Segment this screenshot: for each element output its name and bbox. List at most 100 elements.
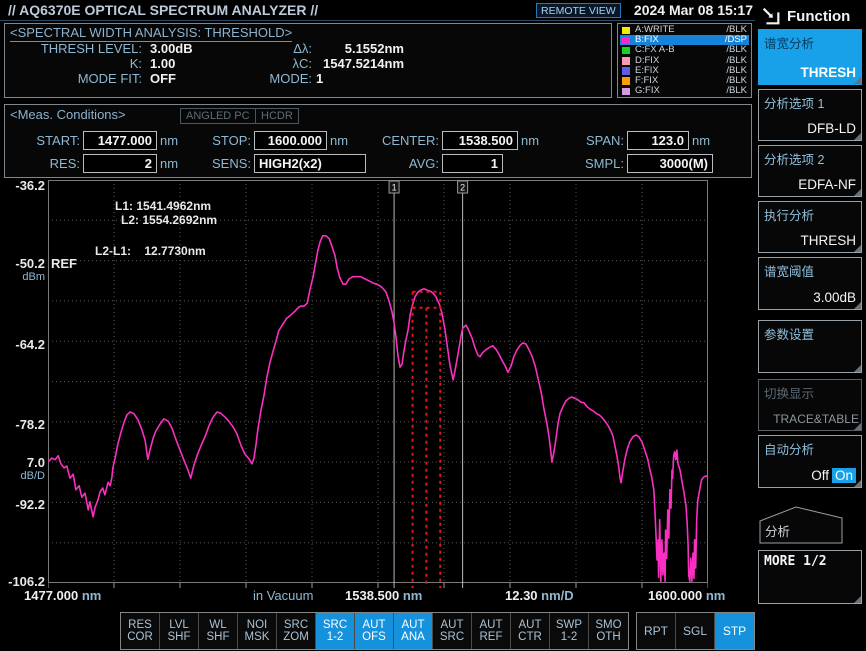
toolbar-button-line2: OTH (596, 631, 620, 644)
sidebar-item-value: THRESH (800, 233, 856, 248)
toolbar-button-swp-1-2[interactable]: SWP1-2 (550, 613, 589, 649)
x-right-value: 1600.000 (648, 588, 702, 603)
toolbar-button-line2: 1-2 (327, 631, 344, 644)
toolbar-button-stp[interactable]: STP (715, 613, 754, 649)
sidebar-item-label: 参数设置 (764, 324, 814, 343)
toolbar-button-smo-oth[interactable]: SMOOTH (589, 613, 628, 649)
analysis-panel-title: <SPECTRAL WIDTH ANALYSIS: THRESHOLD> (10, 25, 292, 42)
trace-color-swatch (622, 67, 630, 75)
sens-field[interactable]: HIGH2(x2) (254, 154, 366, 173)
y-tick-2: -64.2 (0, 337, 45, 352)
y-tick-4: -92.2 (0, 497, 45, 512)
y-tick-1: -50.2 (0, 256, 45, 271)
sidebar-item-execute-analysis[interactable]: 执行分析 THRESH (758, 201, 862, 253)
toolbar-button-res-cor[interactable]: RESCOR (121, 613, 160, 649)
marker-l1-annotation: L1: 1541.4962nm (115, 199, 211, 213)
center-field[interactable]: 1538.500 (442, 131, 518, 150)
smpl-label: SMPL: (563, 156, 624, 171)
stop-field[interactable]: 1600.000 (254, 131, 327, 150)
toolbar-button-line1: NOI (247, 619, 267, 632)
osa-application-window: // AQ6370E OPTICAL SPECTRUM ANALYZER // … (0, 0, 866, 651)
toolbar-button-aut-ref[interactable]: AUTREF (472, 613, 511, 649)
trace-color-swatch (622, 47, 630, 55)
y-scale-value: 7.0 (0, 455, 45, 470)
lambda-c-value: 1547.5214nm (316, 56, 404, 71)
sidebar-item-label: 切换显示 (764, 383, 814, 402)
legend-row-g[interactable]: G:FIX/BLK (620, 86, 749, 96)
toolbar-button-line1: WL (209, 619, 226, 632)
toolbar-button-lvl-shf[interactable]: LVLSHF (160, 613, 199, 649)
sidebar-item-value: DFB-LD (807, 121, 856, 136)
res-label: RES: (25, 156, 80, 171)
trace-status: /BLK (726, 86, 747, 96)
sidebar-item-label: 分析选项 2 (764, 149, 824, 168)
toolbar-button-noi-msk[interactable]: NOIMSK (238, 613, 277, 649)
mode-fit-label: MODE FIT: (13, 71, 142, 86)
sidebar-item-analysis-option-2[interactable]: 分析选项 2 EDFA-NF (758, 145, 862, 197)
datetime-display: 2024 Mar 08 15:17 (634, 2, 753, 18)
toolbar-button-src-1-2[interactable]: SRC1-2 (316, 613, 355, 649)
sidebar-item-switch-display[interactable]: 切换显示 TRACE&TABLE (758, 379, 862, 431)
start-field[interactable]: 1477.000 (83, 131, 157, 150)
k-label: K: (13, 56, 142, 71)
sens-label: SENS: (183, 156, 251, 171)
trace-color-swatch (622, 57, 630, 65)
sidebar-item-more[interactable]: MORE 1/2 (758, 550, 862, 604)
delta-label: L2-L1: (95, 244, 131, 258)
l1-value: 1541.4962nm (136, 199, 211, 213)
sidebar-item-parameter-settings[interactable]: 参数设置 (758, 320, 862, 373)
toolbar-button-rpt[interactable]: RPT (637, 613, 676, 649)
x-center-value: 1538.500 (345, 588, 399, 603)
sidebar-item-label: 谱宽阈值 (764, 261, 814, 280)
toolbar-sweep-group: RPTSGLSTP (636, 612, 755, 650)
x-left-unit: nm (78, 588, 101, 603)
mode-fit-value: OFF (150, 71, 176, 86)
toolbar-button-line1: LVL (169, 619, 189, 632)
toolbar-button-line2: SHF (168, 631, 191, 644)
y-tick-3: -78.2 (0, 417, 45, 432)
toolbar-button-sgl[interactable]: SGL (676, 613, 715, 649)
span-field[interactable]: 123.0 (627, 131, 689, 150)
sidebar-item-width-threshold[interactable]: 谱宽阈值 3.00dB (758, 257, 862, 310)
sidebar-item-value: TRACE&TABLE (773, 412, 859, 426)
x-left-value: 1477.000 (24, 588, 78, 603)
remote-view-badge: REMOTE VIEW (536, 3, 621, 18)
avg-field[interactable]: 1 (442, 154, 503, 173)
sidebar-item-label: 执行分析 (764, 205, 814, 224)
toolbar-button-line1: AUT (363, 619, 386, 632)
toolbar-button-line2: MSK (245, 631, 270, 644)
y-tick-0: -36.2 (0, 178, 45, 193)
toolbar-button-aut-ofs[interactable]: AUTOFS (355, 613, 394, 649)
toolbar-button-line1: RES (128, 619, 152, 632)
toolbar-button-aut-ana[interactable]: AUTANA (394, 613, 433, 649)
toolbar-button-src-zom[interactable]: SRCZOM (277, 613, 316, 649)
toolbar-button-aut-src[interactable]: AUTSRC (433, 613, 472, 649)
smpl-field[interactable]: 3000(M) (627, 154, 713, 173)
span-unit: nm (692, 133, 710, 148)
toolbar-button-line2: SRC (440, 631, 464, 644)
auto-analysis-toggle[interactable]: OffOn (811, 468, 856, 483)
sidebar-tab-analysis[interactable]: 分析 (758, 505, 862, 545)
sidebar-item-spectral-width-analysis[interactable]: 谱宽分析 THRESH (758, 29, 862, 85)
sidebar-item-label: 自动分析 (764, 439, 814, 458)
x-center-unit: nm (399, 588, 422, 603)
res-field[interactable]: 2 (83, 154, 157, 173)
toolbar-button-line1: SRC (323, 619, 347, 632)
sidebar-item-value: EDFA-NF (798, 177, 856, 192)
span-label: SPAN: (563, 133, 624, 148)
toggle-on-label: On (832, 468, 856, 483)
sidebar-item-auto-analysis[interactable]: 自动分析 OffOn (758, 435, 862, 488)
ref-label: REF (51, 256, 77, 271)
x-label-right: 1600.000 nm (648, 588, 725, 603)
x-label-center: 1538.500 nm (345, 588, 422, 603)
toolbar-button-wl-shf[interactable]: WLSHF (199, 613, 238, 649)
toolbar-button-line1: AUT (402, 619, 425, 632)
toolbar-button-line1: AUT (441, 619, 464, 632)
toolbar-button-aut-ctr[interactable]: AUTCTR (511, 613, 550, 649)
marker-label-2: 2 (460, 183, 465, 193)
toolbar-button-line2: ZOM (283, 631, 309, 644)
app-title: // AQ6370E OPTICAL SPECTRUM ANALYZER // (8, 2, 318, 18)
toolbar-button-line2: COR (127, 631, 153, 644)
sidebar-item-analysis-option-1[interactable]: 分析选项 1 DFB-LD (758, 89, 862, 141)
x-scale-value: 12.30 (505, 588, 538, 603)
